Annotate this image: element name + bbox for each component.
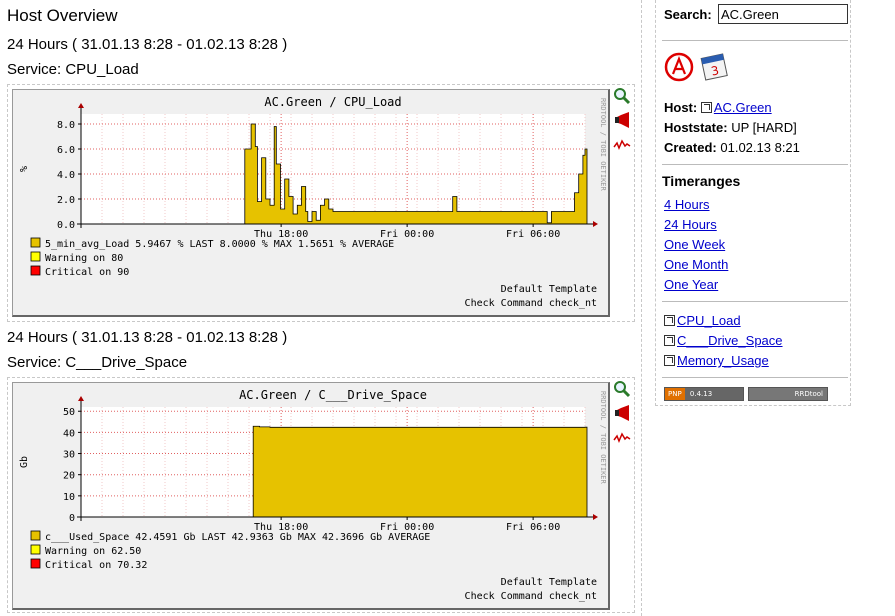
trend-line-icon[interactable] xyxy=(613,135,631,153)
hoststate-label: Hoststate: xyxy=(664,120,728,135)
graph-1-image[interactable]: 0.0 2.0 4.0 6.0 8.0 Thu 18:00 Fri 00:00 Fri 06:… xyxy=(12,89,610,317)
host-label: Host: xyxy=(664,100,698,115)
hoststate-value: UP [HARD] xyxy=(731,120,797,135)
pdf-export-icon[interactable] xyxy=(664,52,694,82)
chart-footer: Check Command check_nt xyxy=(465,298,597,309)
legend-swatch xyxy=(30,265,41,276)
search-input[interactable] xyxy=(718,4,848,24)
external-link-icon xyxy=(700,102,712,113)
y-tick-label: 0.0 xyxy=(57,220,75,231)
y-tick-label: 2.0 xyxy=(57,195,75,206)
chart-footer: Default Template xyxy=(501,577,597,588)
graph-1-panel: 0.0 2.0 4.0 6.0 8.0 Thu 18:00 Fri 00:00 Fri 06:… xyxy=(7,84,635,322)
search-label: Search: xyxy=(664,7,712,22)
y-tick-label: 30 xyxy=(63,450,75,461)
x-axis-arrow xyxy=(593,221,598,227)
y-tick-label: 4.0 xyxy=(57,170,75,181)
legend-entry: Warning on 62.50 xyxy=(45,546,141,557)
host-link[interactable]: AC.Green xyxy=(714,100,772,115)
chart-footer: Check Command check_nt xyxy=(465,591,597,602)
service-link-cpu-load[interactable]: CPU_Load xyxy=(664,313,741,328)
y-axis-label: % xyxy=(19,166,30,172)
x-tick-label: Fri 06:00 xyxy=(506,229,560,240)
sidebar: Search: 3 Host: AC.Green Hoststate: UP [… xyxy=(655,0,851,406)
chart-title: AC.Green / C___Drive_Space xyxy=(239,388,427,402)
y-axis-arrow xyxy=(78,396,84,401)
external-link-icon xyxy=(664,315,675,326)
series-area xyxy=(252,425,588,518)
chart-footer: Default Template xyxy=(501,284,597,295)
legend-entry: c___Used_Space 42.4591 Gb LAST 42.9363 G… xyxy=(45,532,430,543)
legend-swatch xyxy=(30,544,41,555)
y-tick-label: 8.0 xyxy=(57,120,75,131)
x-axis-arrow xyxy=(593,514,598,520)
service-link-memory-usage[interactable]: Memory_Usage xyxy=(664,353,769,368)
zoom-icon[interactable] xyxy=(613,380,631,398)
rrdtool-watermark: RRDTOOL / TOBI OETIKER xyxy=(599,391,607,485)
cpu-load-chart: 0.02.04.06.08.0Thu 18:00 Fri 00:00 Fri 06:… xyxy=(19,95,607,309)
legend-swatch xyxy=(30,251,41,262)
y-tick-label: 0 xyxy=(69,513,75,524)
external-link-icon xyxy=(664,335,675,346)
created-label: Created: xyxy=(664,140,717,155)
graph-2-service: Service: C___Drive_Space xyxy=(7,354,188,371)
legend-entry: Critical on 90 xyxy=(45,267,129,278)
host-info: Host: AC.Green xyxy=(664,100,772,115)
hoststate-info: Hoststate: UP [HARD] xyxy=(664,120,797,135)
graph-2-image[interactable]: 01020304050Thu 18:00Fri 00:00Fri 06:00Fr… xyxy=(12,382,610,610)
service-link-drive-space[interactable]: C___Drive_Space xyxy=(664,333,783,348)
alert-megaphone-icon[interactable] xyxy=(613,111,631,129)
legend-swatch xyxy=(30,530,41,541)
y-axis-arrow xyxy=(78,103,84,108)
y-tick-label: 20 xyxy=(63,471,75,482)
timerange-one-year[interactable]: One Year xyxy=(664,277,718,292)
timerange-one-week[interactable]: One Week xyxy=(664,237,725,252)
y-tick-label: 50 xyxy=(63,407,75,418)
graph-2-timerange: 24 Hours ( 31.01.13 8:28 - 01.02.13 8:28… xyxy=(7,329,288,346)
divider xyxy=(662,377,848,378)
chart-title: AC.Green / CPU_Load xyxy=(264,95,401,109)
timerange-4-hours[interactable]: 4 Hours xyxy=(664,197,710,212)
timeranges-title: Timeranges xyxy=(662,173,741,189)
divider xyxy=(662,301,848,302)
divider xyxy=(662,164,848,165)
page-title: Host Overview xyxy=(7,6,118,25)
legend-swatch xyxy=(30,558,41,569)
y-tick-label: 10 xyxy=(63,492,75,503)
graph-1-timerange: 24 Hours ( 31.01.13 8:28 - 01.02.13 8:28… xyxy=(7,36,288,53)
x-tick-label: Fri 06:00 xyxy=(506,522,560,533)
drive-space-chart: 01020304050Thu 18:00Fri 00:00Fri 06:00Fr… xyxy=(19,388,607,602)
main-content: Host Overview 24 Hours ( 31.01.13 8:28 -… xyxy=(0,0,642,616)
zoom-icon[interactable] xyxy=(613,87,631,105)
calendar-icon[interactable]: 3 xyxy=(698,50,730,82)
rrdtool-watermark: RRDTOOL / TOBI OETIKER xyxy=(599,98,607,192)
external-link-icon xyxy=(664,355,675,366)
pnp-badge[interactable]: PNP 0.4.13 xyxy=(664,387,744,401)
alert-megaphone-icon[interactable] xyxy=(613,404,631,422)
divider xyxy=(662,40,848,41)
rrdtool-badge[interactable]: RRDtool xyxy=(748,387,828,401)
graph-1-service: Service: CPU_Load xyxy=(7,61,139,78)
timerange-24-hours[interactable]: 24 Hours xyxy=(664,217,717,232)
created-value: 01.02.13 8:21 xyxy=(720,140,800,155)
y-tick-label: 6.0 xyxy=(57,145,75,156)
timerange-one-month[interactable]: One Month xyxy=(664,257,728,272)
legend-entry: 5_min_avg_Load 5.9467 % LAST 8.0000 % MA… xyxy=(45,239,394,250)
created-info: Created: 01.02.13 8:21 xyxy=(664,140,800,155)
y-axis-label: Gb xyxy=(19,456,30,468)
graph-2-panel: 01020304050Thu 18:00Fri 00:00Fri 06:00Fr… xyxy=(7,377,635,613)
legend-entry: Warning on 80 xyxy=(45,253,123,264)
y-tick-label: 40 xyxy=(63,428,75,439)
trend-line-icon[interactable] xyxy=(613,428,631,446)
legend-swatch xyxy=(30,237,41,248)
legend-entry: Critical on 70.32 xyxy=(45,560,147,571)
